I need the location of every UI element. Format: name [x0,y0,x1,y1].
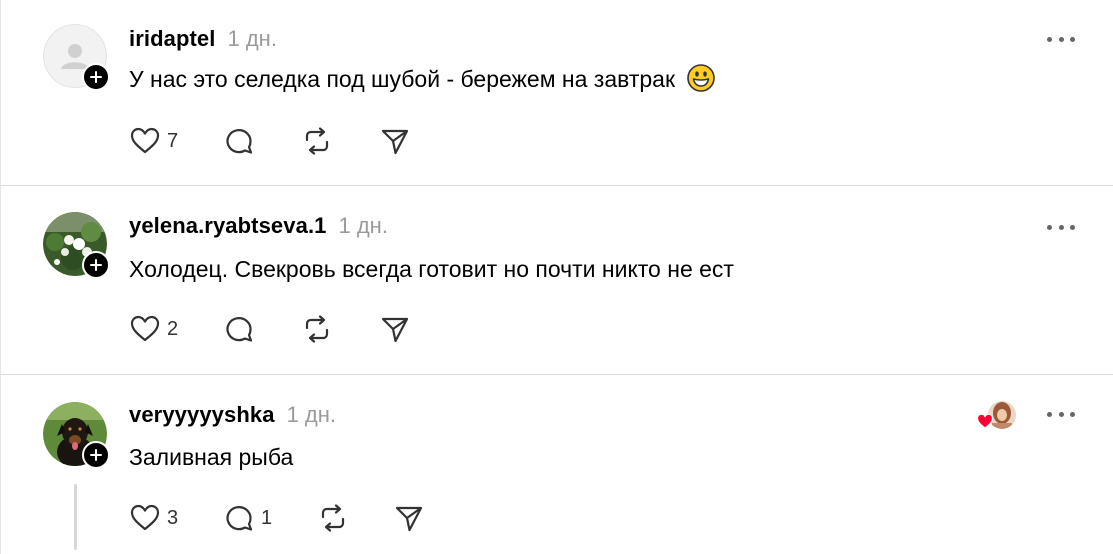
timestamp[interactable]: 1 дн. [227,26,276,52]
follow-button[interactable] [82,63,110,91]
like-count: 3 [167,506,179,529]
heart-icon [130,315,160,342]
post-text: Заливная рыба [129,444,293,471]
post-text: У нас это селедка под шубой - бережем на… [129,64,716,93]
like-count: 2 [167,317,179,340]
dot [1058,224,1064,230]
post-text-content: У нас это селедка под шубой - бережем на… [129,66,676,92]
post-divider [1,374,1113,375]
repost-button[interactable] [301,312,333,346]
avatar[interactable] [43,24,110,91]
like-button[interactable]: 7 [129,124,178,158]
post-text: Холодец. Свекровь всегда готовит но почт… [129,256,734,283]
grinning-face-emoji-icon [687,64,716,93]
reply-button[interactable] [223,312,255,346]
plus-icon [90,259,102,271]
send-icon [381,129,409,155]
like-button[interactable]: 3 [129,501,178,535]
send-icon [395,506,423,532]
dot [1058,411,1064,417]
thread-line [74,484,77,550]
reply-button[interactable]: 1 [223,501,272,535]
more-options-button[interactable] [1047,29,1075,49]
repost-icon [321,504,345,532]
share-button[interactable] [393,501,425,535]
post-header: veryyyyyshka 1 дн. [129,402,336,428]
like-count: 7 [167,129,179,152]
post-divider [1,185,1113,186]
post-header: iridaptel 1 дн. [129,26,277,52]
repost-button[interactable] [317,501,349,535]
heart-icon [130,127,160,154]
like-button[interactable]: 2 [129,312,178,346]
heart-icon [130,504,160,531]
avatar[interactable] [43,402,110,469]
comment-icon [226,506,253,531]
username[interactable]: yelena.ryabtseva.1 [129,213,327,239]
timestamp[interactable]: 1 дн. [287,402,336,428]
dot [1070,224,1075,230]
post-text-content: Заливная рыба [129,444,294,470]
dot [1070,36,1075,42]
plus-icon [90,71,102,83]
reply-count: 1 [261,506,273,529]
username[interactable]: iridaptel [129,26,215,52]
plus-icon [90,449,102,461]
dot [1047,411,1052,417]
liked-by-author-indicator [976,399,1018,431]
share-button[interactable] [379,124,411,158]
username[interactable]: veryyyyyshka [129,402,275,428]
comment-icon [226,317,253,342]
follow-button[interactable] [82,251,110,279]
red-heart-icon [976,413,994,429]
post-text-content: Холодец. Свекровь всегда готовит но почт… [129,256,734,282]
send-icon [381,317,409,343]
dot [1047,224,1052,230]
dot [1047,36,1052,42]
comments-feed: iridaptel 1 дн. У нас это селедка под шу… [0,0,1113,554]
dot [1058,36,1064,42]
repost-icon [305,315,329,343]
repost-button[interactable] [301,124,333,158]
post-header: yelena.ryabtseva.1 1 дн. [129,213,388,239]
more-options-button[interactable] [1047,217,1075,237]
dot [1070,411,1075,417]
reply-button[interactable] [223,124,255,158]
avatar[interactable] [43,212,110,279]
follow-button[interactable] [82,441,110,469]
more-options-button[interactable] [1047,404,1075,424]
share-button[interactable] [379,312,411,346]
repost-icon [305,127,329,155]
comment-icon [226,129,253,154]
timestamp[interactable]: 1 дн. [339,213,388,239]
